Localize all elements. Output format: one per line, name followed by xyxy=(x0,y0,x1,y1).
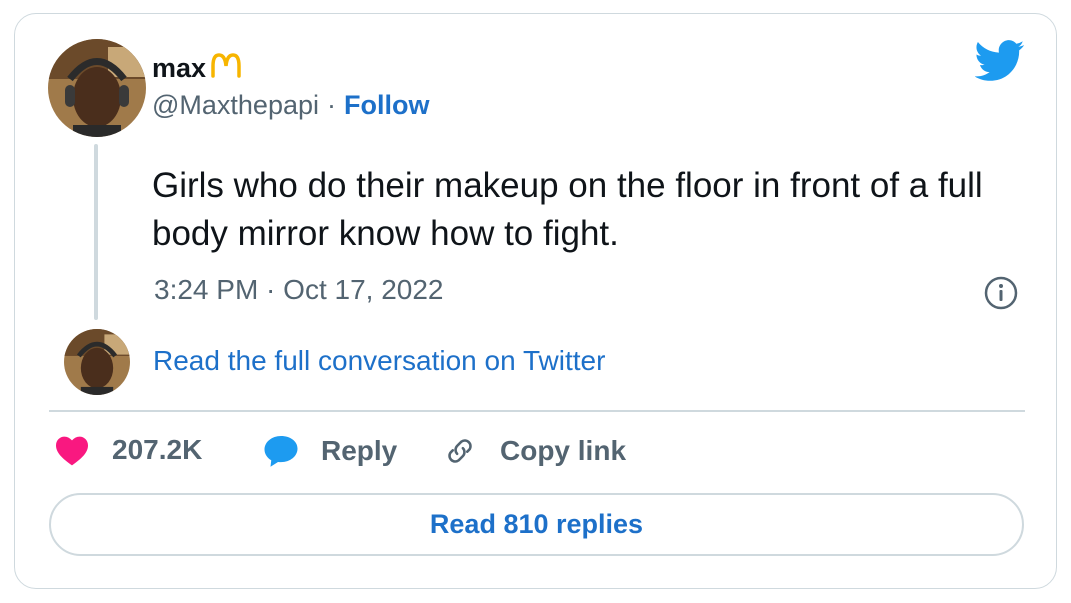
tweet-embed-card: max @Maxthepapi · Follow Girls who do th… xyxy=(14,13,1057,589)
read-conversation-link[interactable]: Read the full conversation on Twitter xyxy=(153,345,605,377)
conversation-avatar[interactable] xyxy=(64,329,130,395)
follow-link[interactable]: Follow xyxy=(344,90,429,121)
display-name[interactable]: max xyxy=(152,52,242,85)
heart-icon xyxy=(56,436,88,466)
avatar[interactable] xyxy=(48,39,146,137)
handle-row: @Maxthepapi · Follow xyxy=(152,90,429,121)
user-handle[interactable]: @Maxthepapi xyxy=(152,90,319,121)
separator-dot: · xyxy=(327,90,336,120)
copy-link-label: Copy link xyxy=(500,435,627,466)
tweet-text: Girls who do their makeup on the floor i… xyxy=(152,166,983,253)
read-replies-button[interactable]: Read 810 replies xyxy=(49,493,1024,556)
twitter-bird-icon[interactable] xyxy=(975,40,1025,82)
like-button[interactable]: 207.2K xyxy=(54,434,202,466)
link-icon xyxy=(448,439,472,463)
mcdonalds-arches-icon xyxy=(210,52,242,85)
read-replies-label: Read 810 replies xyxy=(429,509,644,539)
display-name-text: max xyxy=(152,53,207,83)
reply-button[interactable]: Reply xyxy=(263,434,397,468)
reply-bubble-icon xyxy=(264,436,298,467)
tweet-timestamp[interactable]: 3:24 PM · Oct 17, 2022 xyxy=(154,274,444,306)
copy-link-button[interactable]: Copy link xyxy=(442,434,626,468)
reply-label: Reply xyxy=(321,435,398,466)
thread-line xyxy=(94,144,98,320)
divider xyxy=(49,410,1025,412)
info-icon[interactable] xyxy=(984,276,1018,310)
like-count: 207.2K xyxy=(112,434,203,465)
